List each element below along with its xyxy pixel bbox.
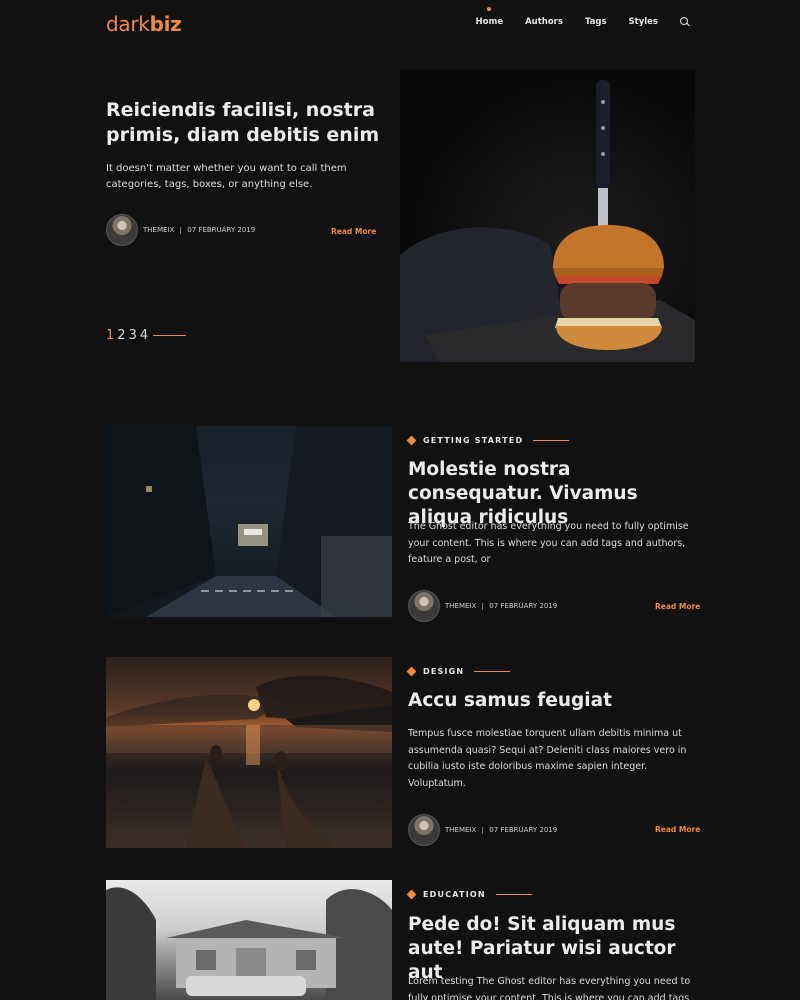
nav-item-authors[interactable]: Authors	[525, 17, 563, 27]
main-nav: Home Authors Tags Styles	[454, 17, 690, 27]
post-date: 07 FEBRUARY 2019	[489, 602, 558, 610]
hero-read-more-link[interactable]: Read More	[331, 227, 376, 236]
post-image-house[interactable]	[106, 880, 392, 1000]
meta-divider	[482, 826, 484, 834]
beach-illustration	[106, 675, 392, 848]
tag-divider	[474, 671, 511, 672]
hero-title[interactable]: Reiciendis facilisi, nostra primis, diam…	[106, 98, 386, 148]
hero-meta: THEMEIX 07 FEBRUARY 2019	[106, 214, 255, 246]
tag-label: EDUCATION	[423, 890, 486, 899]
tag-label: GETTING STARTED	[423, 436, 524, 445]
post-read-more-link[interactable]: Read More	[655, 825, 700, 834]
post-date: 07 FEBRUARY 2019	[187, 226, 256, 234]
post-excerpt: The Ghost editor has everything you need…	[408, 521, 689, 565]
hero-image-burger[interactable]	[400, 70, 695, 362]
post-meta: THEMEIX 07 FEBRUARY 2019	[408, 590, 557, 622]
meta-divider	[180, 226, 182, 234]
pager-item-4[interactable]: 4	[140, 328, 148, 343]
post-title[interactable]: Accu samus feugiat	[408, 689, 708, 713]
post-tag-design[interactable]: DESIGN	[406, 666, 511, 677]
post-read-more-link[interactable]: Read More	[655, 602, 700, 611]
pager-item-2[interactable]: 2	[117, 328, 125, 343]
nav-item-tags[interactable]: Tags	[585, 17, 607, 27]
author-name[interactable]: THEMEIX	[445, 602, 476, 610]
burger-illustration	[400, 80, 695, 362]
tag-divider	[495, 894, 532, 895]
post-date: 07 FEBRUARY 2019	[489, 826, 558, 834]
logo-text-light: dark	[106, 12, 150, 36]
tag-icon	[406, 666, 417, 677]
slider-pager: 1 2 3 4	[106, 328, 187, 343]
author-avatar[interactable]	[408, 814, 440, 846]
tag-icon	[406, 435, 417, 446]
pager-item-1[interactable]: 1	[106, 328, 114, 343]
author-name[interactable]: THEMEIX	[445, 826, 476, 834]
post-image-street[interactable]	[106, 426, 392, 617]
post-tag-education[interactable]: EDUCATION	[406, 889, 532, 900]
search-icon[interactable]	[680, 17, 690, 27]
post-excerpt: Tempus fusce molestiae torquent ullam de…	[408, 728, 687, 789]
tag-label: DESIGN	[423, 667, 465, 676]
author-avatar[interactable]	[408, 590, 440, 622]
post-image-beach[interactable]	[106, 657, 392, 848]
pager-item-3[interactable]: 3	[129, 328, 137, 343]
nav-item-styles[interactable]: Styles	[629, 17, 658, 27]
street-illustration	[106, 426, 392, 617]
author-name[interactable]: THEMEIX	[143, 226, 174, 234]
author-avatar[interactable]	[106, 214, 138, 246]
post-excerpt: Lorem testing The Ghost editor has every…	[408, 976, 691, 1000]
house-illustration	[106, 887, 392, 1000]
hero-excerpt: It doesn't matter whether you want to ca…	[106, 163, 347, 190]
logo-text-bold: biz	[149, 12, 182, 36]
post-tag-getting-started[interactable]: GETTING STARTED	[406, 435, 570, 446]
nav-item-home[interactable]: Home	[476, 17, 504, 27]
site-logo[interactable]: darkbiz	[106, 12, 182, 36]
pager-line	[153, 335, 187, 336]
tag-icon	[406, 889, 417, 900]
post-meta: THEMEIX 07 FEBRUARY 2019	[408, 814, 557, 846]
tag-divider	[533, 440, 570, 441]
meta-divider	[482, 602, 484, 610]
